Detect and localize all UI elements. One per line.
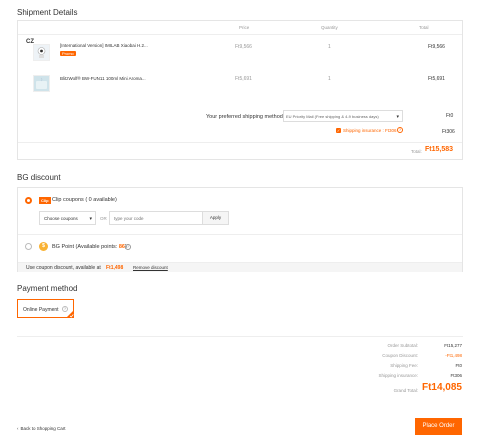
chevron-down-icon: ▾ xyxy=(89,216,92,222)
shipping-method-value: EU Priority Mail (Free shipping & 4-9 bu… xyxy=(286,114,379,119)
points-coin-icon: $ xyxy=(39,242,48,251)
shipping-method-select[interactable]: EU Priority Mail (Free shipping & 4-9 bu… xyxy=(283,110,403,122)
promo-badge: Promo xyxy=(60,51,76,56)
points-label: BG Point (Available points: 86) xyxy=(52,244,127,250)
remove-discount-link[interactable]: Remove discount xyxy=(133,265,168,270)
help-icon[interactable]: ? xyxy=(397,127,403,133)
column-price: Price xyxy=(239,25,250,30)
shipment-title: Shipment Details xyxy=(17,8,78,17)
item-total: Ft5,691 xyxy=(428,76,445,82)
summary-label: Shipping insurance: xyxy=(378,373,418,378)
summary-label: Order Subtotal: xyxy=(387,343,418,348)
clip-coupon-badge: Clip xyxy=(39,197,51,204)
discount-note-amount: Ft1,498 xyxy=(106,265,124,271)
insurance-label: Shipping insurance : Ft306 xyxy=(343,128,397,133)
shipment-panel: Price Quantity Total CZ [International V… xyxy=(17,20,463,160)
shipment-total: Ft15,583 xyxy=(425,146,454,153)
insurance-cost: Ft306 xyxy=(442,129,455,135)
coupon-select-value: Choose coupons xyxy=(44,216,78,221)
shipping-cost: Ft0 xyxy=(446,113,454,119)
product-name[interactable]: BlitzWolf® BW-FUN11 100ml Mini Aroma... xyxy=(60,76,146,81)
place-order-button[interactable]: Place Order xyxy=(415,418,462,435)
item-quantity: 1 xyxy=(328,44,331,50)
summary-value: Ft306 xyxy=(450,373,462,378)
payment-title: Payment method xyxy=(17,284,78,293)
diffuser-icon xyxy=(36,77,47,89)
item-price: Ft9,566 xyxy=(235,44,252,50)
grand-total-value: Ft14,085 xyxy=(421,382,462,393)
back-to-cart-link[interactable]: ‹ Back to Shopping Cart xyxy=(17,426,66,431)
item-total: Ft9,566 xyxy=(428,44,445,50)
coupon-radio[interactable] xyxy=(25,197,32,204)
payment-option-label: Online Payment xyxy=(23,307,59,313)
summary-value: -Ft1,498 xyxy=(445,353,462,358)
total-label: Total: xyxy=(411,149,422,154)
product-thumbnail[interactable] xyxy=(33,44,50,61)
item-quantity: 1 xyxy=(328,76,331,82)
selected-check-icon xyxy=(66,310,74,318)
coupon-select[interactable]: Choose coupons ▾ xyxy=(39,211,96,225)
product-thumbnail[interactable] xyxy=(33,75,50,92)
summary-label: Shipping Fee: xyxy=(390,363,418,368)
coupon-code-input[interactable] xyxy=(109,211,203,225)
or-divider: OR xyxy=(100,216,107,221)
summary-value: Ft15,277 xyxy=(444,343,462,348)
help-icon[interactable]: ? xyxy=(125,244,131,250)
payment-option-online[interactable]: Online Payment ? xyxy=(17,299,74,318)
discount-title: BG discount xyxy=(17,173,61,182)
summary-value: Ft0 xyxy=(455,363,462,368)
discount-note-bar: Use coupon discount, available at Ft1,49… xyxy=(18,262,462,272)
points-radio[interactable] xyxy=(25,243,32,250)
column-total: Total xyxy=(419,25,429,30)
chevron-down-icon: ▾ xyxy=(396,114,399,120)
apply-button[interactable]: Apply xyxy=(202,211,229,225)
back-to-cart-label: Back to Shopping Cart xyxy=(20,426,66,431)
discount-note: Use coupon discount, available at xyxy=(26,265,101,271)
camera-icon xyxy=(37,47,46,58)
insurance-checkbox[interactable]: ✓ xyxy=(336,128,341,133)
chevron-left-icon: ‹ xyxy=(17,426,19,431)
column-quantity: Quantity xyxy=(321,25,338,30)
discount-panel: Clip Clip coupons ( 0 available) Choose … xyxy=(17,187,463,272)
grand-total-label: Grand Total: xyxy=(393,388,418,393)
summary-label: Coupon Discount: xyxy=(382,353,418,358)
shipping-method-label: Your preferred shipping method: xyxy=(206,114,285,120)
product-name[interactable]: [International Version] IMILAB Xiaobai H… xyxy=(60,43,148,48)
item-price: Ft5,691 xyxy=(235,76,252,82)
coupon-label: Clip coupons ( 0 available) xyxy=(52,197,117,203)
points-label-text: BG Point (Available points: xyxy=(52,244,118,250)
